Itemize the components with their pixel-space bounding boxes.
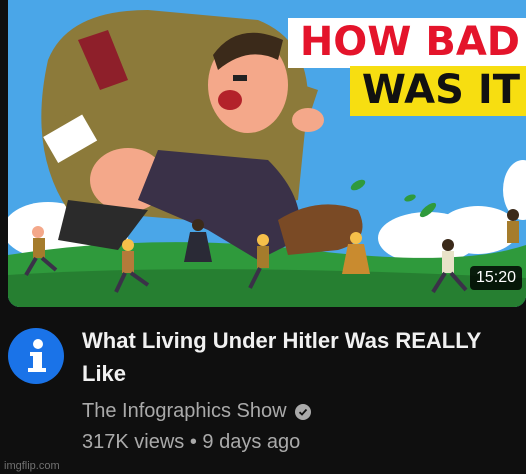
channel-name[interactable]: The Infographics Show: [82, 400, 287, 423]
thumbnail-headline-line1: HOW BAD: [287, 18, 526, 68]
verified-check-icon: [294, 403, 311, 420]
video-meta: What Living Under Hitler Was REALLY Like…: [82, 324, 512, 454]
info-icon: [28, 339, 46, 372]
upload-age: 9 days ago: [202, 431, 301, 453]
watermark: imgflip.com: [4, 460, 60, 472]
stats-separator: •: [189, 431, 197, 453]
video-thumbnail[interactable]: HOW BAD WAS IT 15:20: [8, 0, 526, 307]
view-count: 317K views: [82, 431, 185, 453]
thumbnail-headline-line2: WAS IT: [349, 66, 526, 116]
duration-badge: 15:20: [469, 266, 522, 290]
channel-row: The Infographics Show: [82, 400, 512, 423]
video-title[interactable]: What Living Under Hitler Was REALLY Like: [82, 324, 512, 390]
channel-avatar[interactable]: [8, 328, 64, 384]
video-stats: 317K views • 9 days ago: [82, 431, 512, 454]
